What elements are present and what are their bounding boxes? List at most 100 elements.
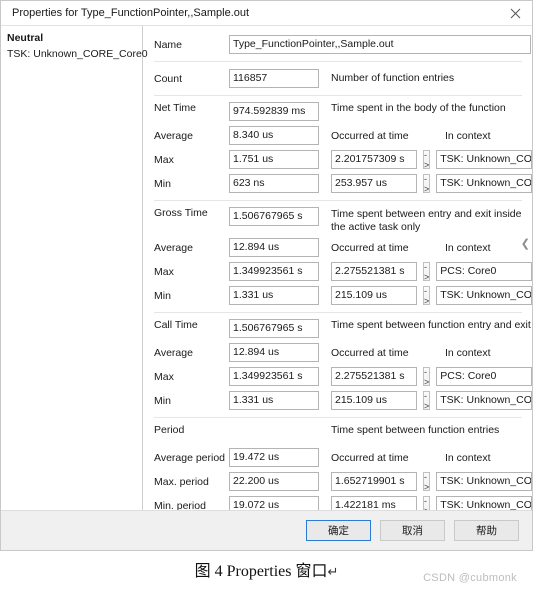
metric-row-value-field[interactable]: 19.072 us (229, 496, 319, 510)
properties-dialog: Properties for Type_FunctionPointer,,Sam… (0, 0, 533, 551)
tree-item-neutral[interactable]: Neutral (1, 30, 142, 46)
count-label: Count (154, 72, 183, 85)
metric-row: Max 1.751 us 2.201757309 s -> TSK: Unknown_C… (154, 149, 532, 170)
metric-row: Average period 19.472 us Occurred at time I… (154, 447, 522, 468)
in-context-field[interactable]: TSK: Unknown_CORE (436, 496, 532, 510)
metric-group: Call Time 1.506767965 s Time spent between… (154, 319, 532, 411)
metric-group-total-field[interactable]: 1.506767965 s (229, 207, 319, 226)
metric-row: Average 12.894 us Occurred at time In conte… (154, 237, 522, 258)
metric-row-label: Max (154, 265, 174, 278)
metric-row: Min 1.331 us 215.109 us -> TSK: Unknown_CORE (154, 285, 532, 306)
metric-group-label: Period (154, 424, 185, 436)
watermark: CSDN @cubmonk (423, 572, 517, 584)
goto-time-button[interactable]: -> (423, 150, 431, 170)
metric-group-header: Net Time 974.592839 ms Time spent in the b… (154, 102, 522, 121)
goto-time-button[interactable]: -> (423, 286, 431, 306)
figure-caption-text: 图 4 Properties 窗口 (194, 563, 328, 580)
dialog-body: Neutral TSK: Unknown_CORE_Core0 Name Typ… (1, 26, 532, 510)
metric-row-label: Average (154, 241, 193, 254)
metric-group-description: Time spent between function entry and ex… (331, 319, 531, 331)
metric-row-value-field[interactable]: 22.200 us (229, 472, 319, 491)
goto-time-button[interactable]: -> (423, 262, 431, 282)
metric-row-value-field[interactable]: 12.894 us (229, 238, 319, 257)
metric-row-label: Min. period (154, 499, 206, 511)
metric-row-label: Max (154, 370, 174, 383)
tree-item-task[interactable]: TSK: Unknown_CORE_Core0 (1, 46, 148, 62)
name-label: Name (154, 38, 183, 51)
in-context-header: In context (445, 129, 491, 142)
count-description: Number of function entries (331, 72, 455, 85)
goto-time-button[interactable]: -> (423, 391, 431, 411)
metric-row-label: Min (154, 177, 171, 190)
metric-group-label: Net Time (154, 102, 197, 114)
in-context-field[interactable]: TSK: Unknown_CORE (436, 391, 532, 410)
metric-row: Max 1.349923561 s 2.275521381 s -> PCS: Core… (154, 366, 532, 387)
metric-row-value-field[interactable]: 1.349923561 s (229, 367, 319, 386)
count-field[interactable]: 116857 (229, 69, 319, 88)
occurred-at-time-field[interactable]: 1.422181 ms (331, 496, 417, 510)
metric-row-value-field[interactable]: 623 ns (229, 174, 319, 193)
metric-row-value-field[interactable]: 1.349923561 s (229, 262, 319, 281)
in-context-field[interactable]: TSK: Unknown_CORE (436, 472, 532, 491)
count-row: Count 116857 Number of function entries (154, 68, 522, 89)
metric-group-total-field[interactable]: 1.506767965 s (229, 319, 319, 338)
metric-row-value-field[interactable]: 1.331 us (229, 286, 319, 305)
help-button[interactable]: 帮助 (454, 520, 519, 541)
metric-group-description: Time spent in the body of the function (331, 102, 506, 114)
dialog-titlebar: Properties for Type_FunctionPointer,,Sam… (1, 1, 532, 26)
in-context-field[interactable]: PCS: Core0 (436, 367, 532, 386)
in-context-field[interactable]: TSK: Unknown_CORE (436, 150, 532, 169)
metric-row-value-field[interactable]: 1.751 us (229, 150, 319, 169)
pilcrow-mark: ↵ (327, 564, 339, 579)
metric-group: Period Time spent between function entrie… (154, 424, 532, 511)
separator (154, 61, 522, 62)
occurred-at-time-field[interactable]: 2.201757309 s (331, 150, 417, 169)
in-context-field[interactable]: TSK: Unknown_CORE (436, 174, 532, 193)
occurred-at-time-field[interactable]: 215.109 us (331, 391, 417, 410)
context-tree-panel[interactable]: Neutral TSK: Unknown_CORE_Core0 (1, 26, 148, 510)
occurred-at-time-field[interactable]: 253.957 us (331, 174, 417, 193)
goto-time-button[interactable]: -> (423, 472, 431, 492)
in-context-field[interactable]: TSK: Unknown_CORE (436, 286, 532, 305)
goto-time-button[interactable]: -> (423, 174, 431, 194)
goto-time-button[interactable]: -> (423, 367, 431, 387)
occurred-at-time-header: Occurred at time (331, 241, 409, 254)
chevron-left-icon[interactable]: ❮ (521, 239, 530, 250)
metric-row: Min 1.331 us 215.109 us -> TSK: Unknown_CORE (154, 390, 532, 411)
metric-row-label: Max. period (154, 475, 209, 488)
occurred-at-time-field[interactable]: 215.109 us (331, 286, 417, 305)
close-icon (510, 8, 520, 18)
occurred-at-time-field[interactable]: 2.275521381 s (331, 367, 417, 386)
metric-row: Min. period 19.072 us 1.422181 ms -> TSK: Un… (154, 495, 532, 511)
metric-group-header: Period Time spent between function entrie… (154, 424, 522, 443)
in-context-field[interactable]: PCS: Core0 (436, 262, 532, 281)
metric-row: Max 1.349923561 s 2.275521381 s -> PCS: Core… (154, 261, 532, 282)
dialog-footer: 确定 取消 帮助 (1, 510, 532, 550)
metric-group-label: Gross Time (154, 207, 208, 219)
cancel-button[interactable]: 取消 (380, 520, 445, 541)
metric-row-label: Average (154, 129, 193, 142)
metric-row-value-field[interactable]: 19.472 us (229, 448, 319, 467)
metric-row-value-field[interactable]: 12.894 us (229, 343, 319, 362)
metric-row-label: Average (154, 346, 193, 359)
metric-row-value-field[interactable]: 1.331 us (229, 391, 319, 410)
metric-row-label: Max (154, 153, 174, 166)
occurred-at-time-field[interactable]: 1.652719901 s (331, 472, 417, 491)
metric-group-header: Gross Time 1.506767965 s Time spent betwee… (154, 207, 522, 233)
occurred-at-time-field[interactable]: 2.275521381 s (331, 262, 417, 281)
metric-row-label: Min (154, 394, 171, 407)
in-context-header: In context (445, 241, 491, 254)
metric-row: Min 623 ns 253.957 us -> TSK: Unknown_CORE (154, 173, 532, 194)
metric-row-value-field[interactable]: 8.340 us (229, 126, 319, 145)
occurred-at-time-header: Occurred at time (331, 129, 409, 142)
name-field[interactable]: Type_FunctionPointer,,Sample.out (229, 35, 531, 54)
metric-group-total-field[interactable]: 974.592839 ms (229, 102, 319, 121)
occurred-at-time-header: Occurred at time (331, 346, 409, 359)
metric-group-description: Time spent between entry and exit inside… (331, 208, 522, 233)
occurred-at-time-header: Occurred at time (331, 451, 409, 464)
ok-button[interactable]: 确定 (306, 520, 371, 541)
dialog-title: Properties for Type_FunctionPointer,,Sam… (12, 7, 250, 19)
close-button[interactable] (498, 1, 532, 25)
separator (154, 417, 522, 418)
goto-time-button[interactable]: -> (423, 496, 431, 510)
